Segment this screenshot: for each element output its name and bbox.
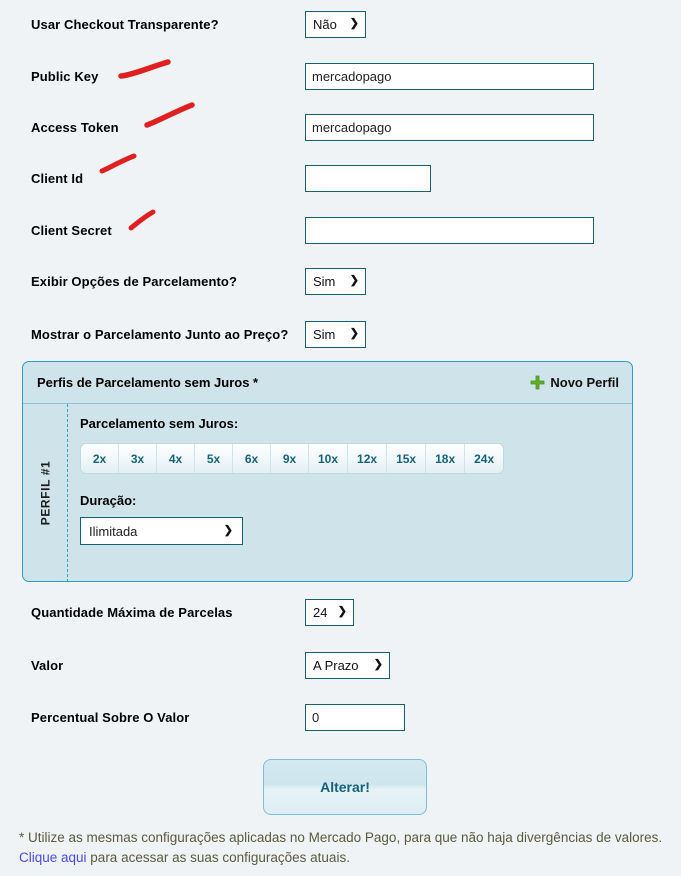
select-wrap-duration: Ilimitada ❯ (80, 517, 243, 545)
label-public-key: Public Key (31, 68, 99, 84)
form-row-access-token: Access Token (0, 111, 681, 143)
select-wrap-mostrar-parcelamento: Sim ❯ (305, 320, 366, 348)
profile-tab-1[interactable]: PERFIL #1 (23, 404, 68, 582)
plus-icon (530, 375, 545, 390)
label-client-id: Client Id (31, 170, 84, 186)
form-row-qtd-maxima-parcelas: Quantidade Máxima de Parcelas 24 ❯ (0, 596, 681, 628)
input-client-id[interactable] (305, 164, 431, 192)
installment-option-button[interactable]: 18x (426, 444, 466, 473)
select-duration[interactable]: Ilimitada (80, 517, 243, 545)
label-exibir-opcoes: Exibir Opções de Parcelamento? (31, 273, 238, 289)
footnote: * Utilize as mesmas configurações aplica… (19, 828, 667, 868)
footnote-text-part1: * Utilize as mesmas configurações aplica… (19, 830, 663, 845)
form-row-public-key: Public Key (0, 60, 681, 92)
select-wrap-qtd-maxima-parcelas: 24 ❯ (305, 598, 354, 626)
installment-option-button[interactable]: 24x (465, 444, 504, 473)
form-row-percentual: Percentual Sobre O Valor (0, 701, 681, 733)
submit-button[interactable]: Alterar! (263, 759, 427, 815)
select-checkout-transparente[interactable]: Não (305, 10, 366, 38)
select-wrap-checkout-transparente: Não ❯ (305, 10, 366, 38)
input-public-key[interactable] (305, 62, 594, 90)
installment-option-button[interactable]: 4x (157, 444, 195, 473)
label-valor: Valor (31, 657, 64, 673)
installment-option-button[interactable]: 10x (309, 444, 349, 473)
label-access-token: Access Token (31, 119, 119, 135)
form-row-checkout-transparente: Usar Checkout Transparente? Não ❯ (0, 8, 681, 40)
profile-content: Parcelamento sem Juros: 2x 3x 4x 5x 6x 9x 10x 1… (68, 404, 632, 582)
input-client-secret[interactable] (305, 216, 594, 244)
form-row-client-secret: Client Secret (0, 214, 681, 246)
footnote-link[interactable]: Clique aqui (19, 850, 87, 865)
installment-options-group: 2x 3x 4x 5x 6x 9x 10x 12x 15x 18x 24x (80, 443, 505, 474)
installment-option-button[interactable]: 5x (195, 444, 233, 473)
installment-option-button[interactable]: 6x (233, 444, 271, 473)
installment-option-button[interactable]: 15x (387, 444, 427, 473)
new-profile-label: Novo Perfil (550, 375, 619, 390)
new-profile-button[interactable]: Novo Perfil (530, 375, 619, 390)
settings-form-page: Usar Checkout Transparente? Não ❯ Public… (0, 0, 681, 876)
select-wrap-exibir-opcoes: Sim ❯ (305, 267, 366, 295)
installment-option-button[interactable]: 3x (119, 444, 157, 473)
label-percentual: Percentual Sobre O Valor (31, 709, 190, 725)
form-row-exibir-opcoes: Exibir Opções de Parcelamento? Sim ❯ (0, 265, 681, 297)
profile-tab-label: PERFIL #1 (38, 460, 53, 526)
label-client-secret: Client Secret (31, 222, 112, 238)
select-mostrar-parcelamento[interactable]: Sim (305, 320, 366, 348)
form-row-mostrar-parcelamento: Mostrar o Parcelamento Junto ao Preço? S… (0, 318, 681, 350)
duration-label: Duração: (80, 493, 137, 508)
select-exibir-opcoes[interactable]: Sim (305, 267, 366, 295)
panel-body: PERFIL #1 Parcelamento sem Juros: 2x 3x 4x… (23, 404, 632, 582)
select-wrap-valor: A Prazo ❯ (305, 651, 390, 679)
footnote-text-part2: para acessar as suas configurações atuai… (86, 850, 350, 865)
installment-option-button[interactable]: 9x (271, 444, 309, 473)
installment-profiles-panel: Perfis de Parcelamento sem Juros * Novo … (22, 361, 633, 582)
label-checkout-transparente: Usar Checkout Transparente? (31, 16, 219, 32)
form-row-valor: Valor A Prazo ❯ (0, 649, 681, 681)
label-qtd-maxima-parcelas: Quantidade Máxima de Parcelas (31, 604, 233, 620)
label-mostrar-parcelamento: Mostrar o Parcelamento Junto ao Preço? (31, 326, 289, 342)
panel-header: Perfis de Parcelamento sem Juros * Novo … (23, 362, 632, 404)
select-valor[interactable]: A Prazo (305, 651, 390, 679)
installment-option-button[interactable]: 12x (348, 444, 388, 473)
panel-title: Perfis de Parcelamento sem Juros * (37, 375, 259, 390)
input-percentual[interactable] (305, 703, 405, 731)
installments-label: Parcelamento sem Juros: (80, 416, 239, 431)
form-row-client-id: Client Id (0, 162, 681, 194)
installment-option-button[interactable]: 2x (81, 444, 119, 473)
select-qtd-maxima-parcelas[interactable]: 24 (305, 598, 354, 626)
input-access-token[interactable] (305, 113, 594, 141)
